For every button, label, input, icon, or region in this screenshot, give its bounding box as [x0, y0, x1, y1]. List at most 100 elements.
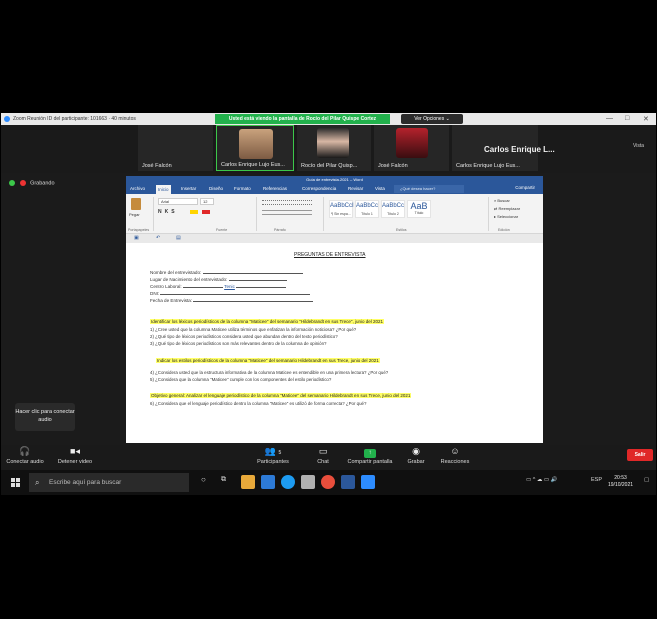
tab-formato[interactable]: Formato: [234, 186, 251, 191]
file-explorer-icon[interactable]: [241, 475, 255, 489]
participants-strip: José Falcón Carlos Enrique Lujo Eus... R…: [1, 125, 656, 173]
font-size-select[interactable]: 12: [200, 198, 214, 205]
participant-name: José Falcón: [142, 163, 172, 169]
recording-label: Grabando: [30, 180, 55, 187]
share-screen-icon: ↑: [364, 449, 376, 458]
view-options-button[interactable]: Ver Opciones ⌄: [401, 114, 463, 124]
zoom-title-bar: Zoom Reunión ID del participante: 101663…: [1, 113, 656, 125]
word-window: Guía de entrevista.2021 – Word Archivo I…: [126, 176, 543, 443]
record-icon: ◉: [412, 446, 420, 456]
print-icon[interactable]: ▤: [176, 235, 181, 241]
record-button[interactable]: ◉ Grabar: [403, 446, 429, 465]
recording-indicator[interactable]: Grabando: [9, 180, 55, 186]
paragraph-group-label: Párrafo: [274, 228, 286, 232]
leave-button[interactable]: Salir: [627, 449, 653, 461]
fill-line: [236, 284, 287, 288]
style-heading-1[interactable]: AaBbCc Título 1: [355, 200, 379, 218]
word-taskbar-icon[interactable]: [341, 475, 355, 489]
tab-insertar[interactable]: Insertar: [181, 186, 196, 191]
undo-icon[interactable]: ↶: [156, 235, 160, 241]
taskbar-clock[interactable]: 20:53 19/10/2021: [608, 475, 633, 489]
objective-3: Objetivo general: Analizar el lenguaje p…: [150, 393, 412, 398]
tell-me-search[interactable]: ¿Qué desea hacer?: [394, 185, 464, 193]
fill-line: [193, 298, 314, 302]
question-1: 1) ¿Cree usted que la columna Maticee ut…: [150, 327, 357, 332]
chrome-icon[interactable]: [321, 475, 335, 489]
desktop-screen: Zoom Reunión ID del participante: 101663…: [1, 113, 656, 495]
tab-vista[interactable]: Vista: [375, 186, 385, 191]
question-4: 4) ¿Considera usted que la estructura in…: [150, 370, 389, 375]
list-buttons-icon[interactable]: [262, 200, 312, 205]
save-icon[interactable]: ▣: [134, 235, 139, 241]
notification-tray-icons[interactable]: ▭ ^ ☁ ▭ 🔊: [526, 477, 557, 483]
style-title[interactable]: AaB Título: [407, 200, 431, 218]
tab-inicio[interactable]: Inicio: [156, 185, 171, 194]
highlight-color-icon[interactable]: [190, 210, 198, 214]
photos-icon[interactable]: [301, 475, 315, 489]
reactions-button[interactable]: ☺ Reacciones: [437, 446, 473, 465]
share-button[interactable]: Compartir: [515, 185, 535, 190]
font-name-select[interactable]: Arial: [158, 198, 198, 205]
ribbon-separator: [256, 197, 257, 231]
editing-group-label: Edición: [498, 228, 510, 232]
stop-video-button[interactable]: ■◂ Detener video: [53, 446, 97, 465]
tab-archivo[interactable]: Archivo: [130, 186, 145, 191]
store-icon[interactable]: [261, 475, 275, 489]
minimize-button[interactable]: —: [606, 115, 613, 122]
question-6: 6) ¿Considera que el lenguaje periodísti…: [150, 401, 367, 406]
replace-button[interactable]: ⇄ Reemplazar: [494, 206, 520, 211]
fill-line: [160, 291, 311, 295]
participant-tile[interactable]: José Falcón: [138, 125, 213, 171]
participant-name: Carlos Enrique Lujo Eus...: [221, 162, 285, 168]
cortana-icon[interactable]: ○: [201, 475, 206, 484]
windows-taskbar: ⌕ Escribe aquí para buscar ○ ⧉ ▭ ^ ☁ ▭ 🔊…: [1, 470, 656, 495]
paste-icon[interactable]: [131, 198, 141, 210]
chat-button[interactable]: ▭ Chat: [311, 446, 335, 465]
action-center-icon[interactable]: ▢: [644, 477, 649, 483]
question-3: 3) ¿Qué tipo de léxicos periodísticos so…: [150, 341, 327, 346]
font-format-buttons[interactable]: NKS: [158, 209, 178, 215]
participant-tile[interactable]: Rocío del Pilar Quisp...: [297, 125, 371, 171]
zoom-taskbar-icon[interactable]: [361, 475, 375, 489]
align-buttons-icon[interactable]: [262, 210, 312, 215]
security-shield-icon: [9, 180, 15, 186]
tab-referencias[interactable]: Referencias: [263, 186, 287, 191]
maximize-button[interactable]: □: [625, 115, 629, 122]
participant-name: Rocío del Pilar Quisp...: [301, 163, 358, 169]
select-button[interactable]: ▸ Seleccionar: [494, 214, 518, 219]
participant-tile[interactable]: José Falcón: [374, 125, 449, 171]
participant-name: José Falcón: [378, 163, 408, 169]
find-button[interactable]: ⌕ Buscar: [494, 198, 510, 203]
font-color-icon[interactable]: [202, 210, 210, 214]
participants-button[interactable]: 👥 5 Participantes: [251, 446, 295, 465]
participant-video: [317, 128, 349, 158]
ribbon-separator: [323, 197, 324, 231]
tab-correspondencia[interactable]: Correspondencia: [302, 186, 336, 191]
style-heading-2[interactable]: AaBbCc Título 2: [381, 200, 405, 218]
tab-diseno[interactable]: Diseño: [209, 186, 223, 191]
side-view-button[interactable]: Vista: [633, 143, 644, 149]
document-page[interactable]: PREGUNTAS DE ENTREVISTA Nombre del entre…: [126, 243, 543, 443]
centro-value: Tenic: [224, 284, 235, 289]
styles-group-label: Estilos: [396, 228, 407, 232]
taskbar-search-input[interactable]: ⌕ Escribe aquí para buscar: [29, 473, 189, 492]
language-indicator[interactable]: ESP: [591, 477, 602, 483]
task-view-icon[interactable]: ⧉: [221, 476, 226, 484]
participant-tile[interactable]: Carlos Enrique Lujo Eus...: [216, 125, 294, 171]
question-5: 5) ¿Considera que la columna "Maticee" c…: [150, 377, 332, 382]
headphones-icon: 🎧: [19, 446, 31, 456]
tab-revisar[interactable]: Revisar: [348, 186, 363, 191]
word-ribbon-tabs: Archivo Inicio Insertar Diseño Formato R…: [126, 184, 543, 194]
connect-audio-tooltip[interactable]: Hacer clic para conectar audio: [15, 403, 75, 431]
close-button[interactable]: ✕: [643, 115, 649, 123]
style-no-spacing[interactable]: AaBbCcI ¶ Sin espa...: [329, 200, 354, 218]
connect-audio-button[interactable]: 🎧 Conectar audio: [5, 446, 45, 465]
video-camera-icon: ■◂: [70, 446, 80, 456]
zoom-toolbar: 🎧 Conectar audio ■◂ Detener video 👥 5 Pa…: [1, 445, 656, 470]
screen-share-banner: Usted está viendo la pantalla de Rocío d…: [215, 114, 390, 124]
ribbon-separator: [488, 197, 489, 231]
paste-label: Pegar: [129, 212, 140, 217]
share-screen-button[interactable]: ↑ Compartir pantalla: [343, 446, 397, 465]
edge-icon[interactable]: [281, 475, 295, 489]
windows-start-icon[interactable]: [11, 478, 20, 487]
